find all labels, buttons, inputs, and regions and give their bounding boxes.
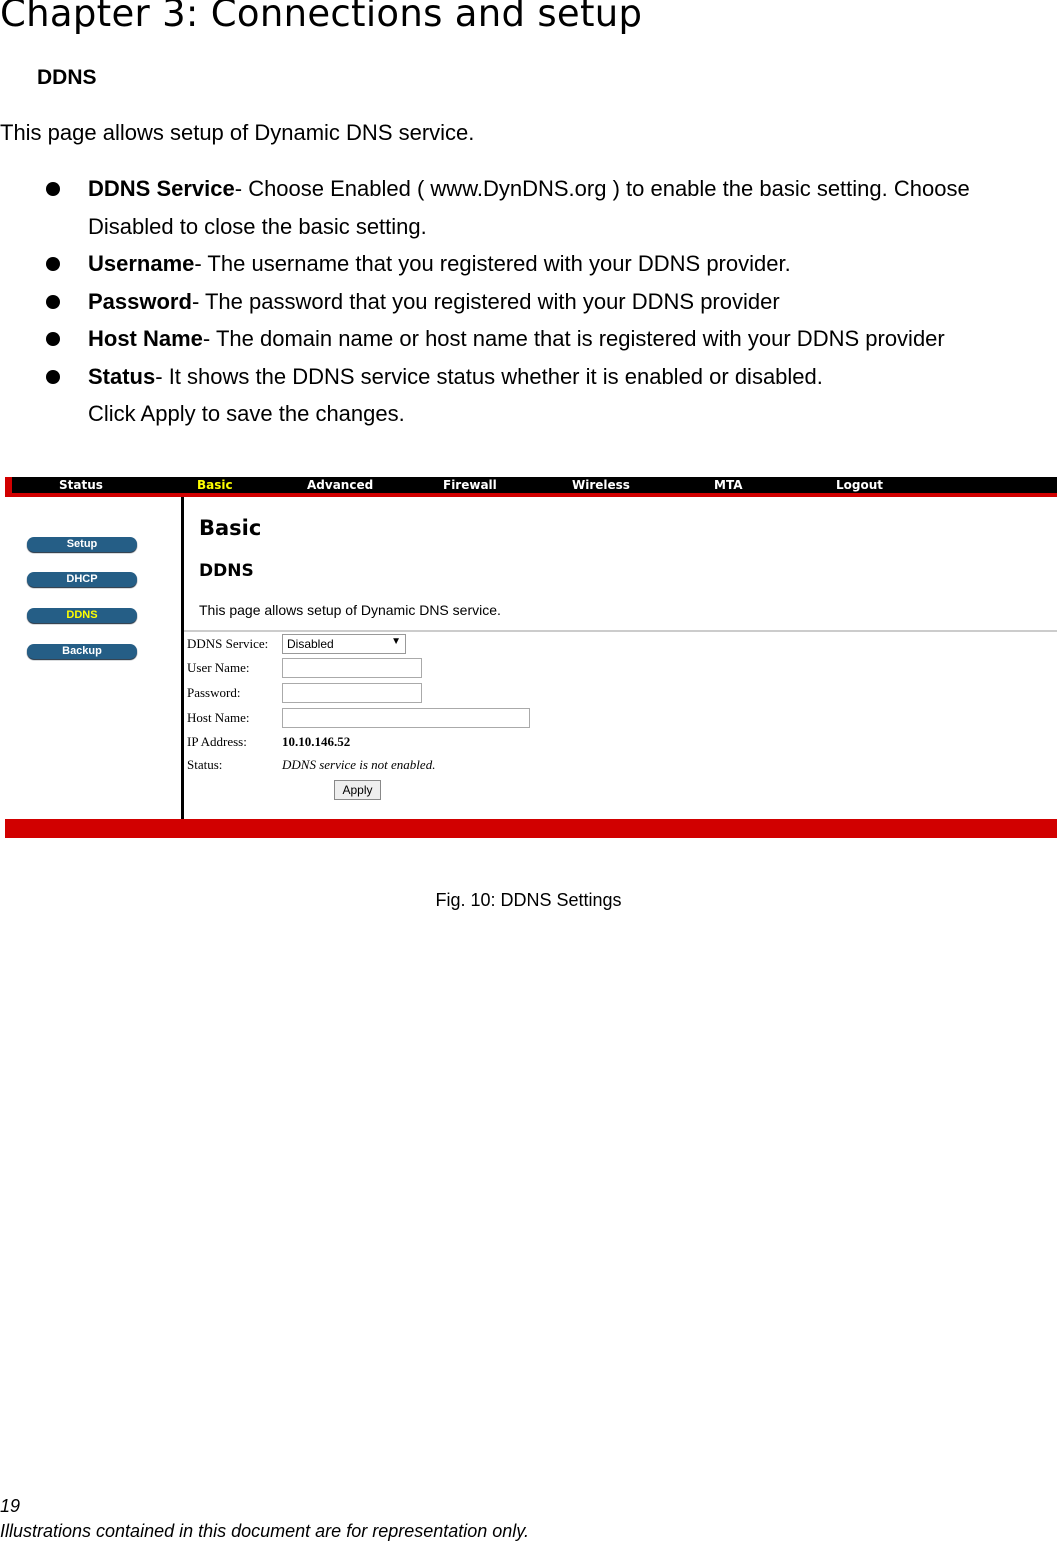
bullet-status: Status- It shows the DDNS service status…: [88, 364, 823, 389]
status-value: DDNS service is not enabled.: [282, 757, 436, 772]
page-description: This page allows setup of Dynamic DNS se…: [199, 602, 501, 618]
figure-caption: Fig. 10: DDNS Settings: [435, 890, 622, 910]
nav-firewall[interactable]: Firewall: [443, 478, 497, 492]
disclaimer: Illustrations contained in this document…: [0, 1521, 529, 1541]
separator: [184, 630, 1057, 632]
page-subheading: DDNS: [199, 561, 254, 581]
bullet-icon: [46, 295, 60, 309]
status-label: Status:: [187, 757, 223, 772]
bullet-icon: [46, 332, 60, 346]
password-input[interactable]: [282, 683, 422, 703]
username-label: User Name:: [187, 660, 250, 675]
page-number: 19: [0, 1496, 21, 1516]
bullet-icon: [46, 257, 60, 271]
chevron-down-icon: ▼: [391, 636, 401, 647]
ddns-settings-screenshot: Status Basic Advanced Firewall Wireless …: [5, 477, 1057, 838]
page-heading: Basic: [199, 516, 262, 540]
top-nav: Status Basic Advanced Firewall Wireless …: [5, 477, 1057, 497]
bullet-icon: [46, 370, 60, 384]
hostname-label: Host Name:: [187, 710, 250, 725]
apply-note: Click Apply to save the changes.: [88, 401, 405, 426]
nav-mta[interactable]: MTA: [714, 478, 742, 492]
bullet-username: Username- The username that you register…: [88, 251, 791, 276]
footer-bar: [5, 819, 1057, 838]
bullet-password: Password- The password that you register…: [88, 289, 780, 314]
ip-address-label: IP Address:: [187, 734, 247, 749]
apply-button[interactable]: Apply: [334, 780, 381, 800]
nav-advanced[interactable]: Advanced: [307, 478, 373, 492]
main-panel: Basic DDNS This page allows setup of Dyn…: [184, 497, 1057, 819]
chapter-title: Chapter 3: Connections and setup: [0, 0, 643, 35]
bullet-ddns-service: DDNS Service- Choose Enabled ( www.DynDN…: [88, 176, 970, 201]
nav-logout[interactable]: Logout: [836, 478, 883, 492]
section-heading: DDNS: [37, 66, 97, 89]
nav-basic[interactable]: Basic: [197, 478, 233, 492]
nav-wireless[interactable]: Wireless: [572, 478, 630, 492]
bullet-icon: [46, 182, 60, 196]
sidebar-dhcp-button[interactable]: DHCP: [27, 572, 137, 587]
password-label: Password:: [187, 685, 241, 700]
sidebar-ddns-button[interactable]: DDNS: [27, 608, 137, 623]
bullet-host-name: Host Name- The domain name or host name …: [88, 326, 945, 351]
ddns-service-label: DDNS Service:: [187, 636, 269, 651]
username-input[interactable]: [282, 658, 422, 678]
nav-status[interactable]: Status: [59, 478, 103, 492]
ip-address-value: 10.10.146.52: [282, 734, 351, 749]
hostname-input[interactable]: [282, 708, 530, 728]
sidebar-setup-button[interactable]: Setup: [27, 537, 137, 552]
ddns-service-select[interactable]: Disabled ▼: [282, 634, 406, 654]
intro-text: This page allows setup of Dynamic DNS se…: [0, 120, 475, 145]
sidebar: Setup DHCP DDNS Backup: [5, 497, 181, 819]
bullet-ddns-service-cont: Disabled to close the basic setting.: [88, 214, 427, 239]
sidebar-backup-button[interactable]: Backup: [27, 644, 137, 659]
